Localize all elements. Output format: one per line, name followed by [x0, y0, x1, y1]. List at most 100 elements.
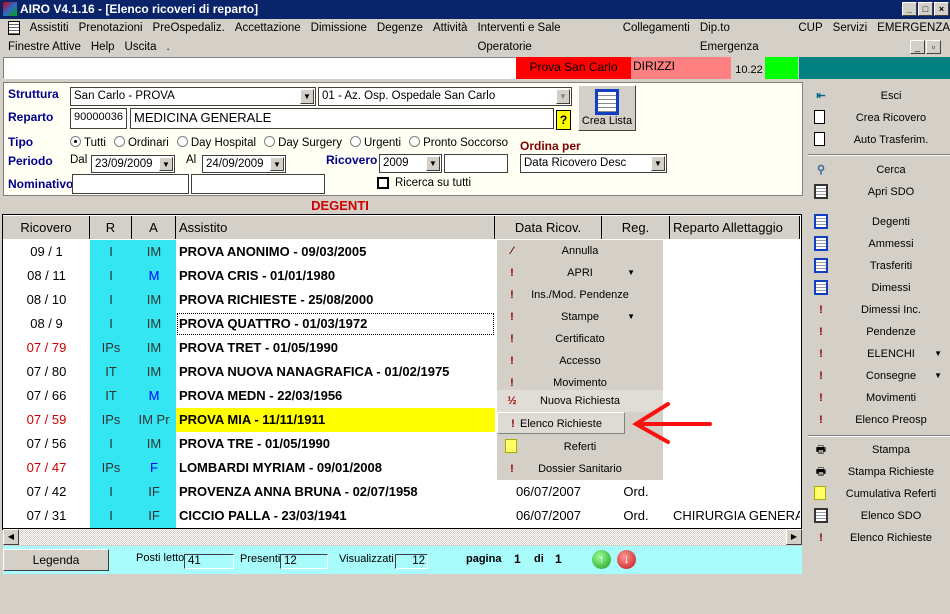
menu-preospedaliz-[interactable]: PreOspedaliz. — [153, 19, 225, 38]
context-menu-item-certificato[interactable]: ! Certificato — [497, 328, 663, 350]
menu-cup[interactable]: CUP — [798, 19, 822, 38]
legenda-button[interactable]: Legenda — [3, 549, 109, 571]
child-minimize-button[interactable]: _ — [910, 40, 925, 54]
maximize-button[interactable]: □ — [918, 2, 933, 16]
panel-button-elenco-preosp[interactable]: ! Elenco Preosp — [808, 409, 950, 431]
panel-button-cumulativa-referti[interactable]: Cumulativa Referti — [808, 483, 950, 505]
menu-degenze[interactable]: Degenze — [377, 19, 423, 38]
column-header[interactable]: Ricovero — [3, 216, 90, 239]
page-up-button[interactable]: ↑ — [592, 550, 611, 569]
table-row[interactable]: 07 / 47 IPs F LOMBARDI MYRIAM - 09/01/2008 — [3, 456, 800, 480]
menu-attivit-[interactable]: Attività — [433, 19, 468, 38]
child-restore-button[interactable]: ▫ — [926, 40, 941, 54]
menu-prenotazioni[interactable]: Prenotazioni — [79, 19, 143, 38]
context-menu-item-stampe[interactable]: ! Stampe ▼ — [497, 306, 663, 328]
menu-uscita[interactable]: Uscita — [125, 38, 157, 56]
ricovero-year-select[interactable]: 2009 ▼ — [379, 154, 442, 173]
column-header[interactable]: Data Ricov. — [495, 216, 602, 239]
ricerca-checkbox[interactable] — [377, 177, 389, 189]
panel-button-elenco-richieste[interactable]: ! Elenco Richieste — [808, 527, 950, 549]
menu-dip-to-emergenza[interactable]: Dip.to Emergenza — [700, 19, 789, 53]
panel-button-elenchi[interactable]: ! ELENCHI ▼ — [808, 343, 950, 365]
menu-interventi-e-sale-operatorie[interactable]: Interventi e Sale Operatorie — [477, 19, 612, 53]
panel-button-dimessi-inc-[interactable]: ! Dimessi Inc. — [808, 299, 950, 321]
context-menu-item-annulla[interactable]: ⁄ Annulla — [497, 240, 663, 262]
panel-button-cerca[interactable]: ⚲ Cerca — [808, 159, 950, 181]
tipo-radio-3[interactable]: Day Surgery — [264, 136, 342, 149]
radio-button[interactable] — [176, 136, 188, 147]
table-row[interactable]: 08 / 10 I IM PROVA RICHIESTE - 25/08/2000 — [3, 288, 800, 312]
panel-button-pendenze[interactable]: ! Pendenze — [808, 321, 950, 343]
close-button[interactable]: × — [934, 2, 949, 16]
panel-button-consegne[interactable]: ! Consegne ▼ — [808, 365, 950, 387]
menu-finestre-attive[interactable]: Finestre Attive — [8, 38, 81, 56]
chevron-down-icon[interactable]: ▼ — [300, 89, 314, 104]
al-date-picker[interactable]: 24/09/2009 ▼ — [202, 155, 286, 173]
reparto-name-field[interactable]: MEDICINA GENERALE — [130, 108, 554, 129]
panel-button-esci[interactable]: ⇤ Esci — [808, 85, 950, 107]
panel-button-elenco-sdo[interactable]: Elenco SDO — [808, 505, 950, 527]
table-row[interactable]: 09 / 1 I IM PROVA ANONIMO - 09/03/2005 — [3, 240, 800, 264]
context-menu-item-dossier-sanitario[interactable]: ! Dossier Sanitario — [497, 458, 663, 480]
radio-button[interactable] — [349, 136, 361, 147]
chevron-down-icon[interactable]: ▼ — [426, 156, 440, 171]
table-row[interactable]: 07 / 31 I IF CICCIO PALLA - 23/03/1941 06/07… — [3, 504, 800, 528]
chevron-down-icon[interactable]: ▼ — [651, 156, 665, 171]
panel-button-stampa[interactable]: 🖶 Stampa — [808, 439, 950, 461]
tipo-radio-0[interactable]: Tutti — [70, 136, 106, 149]
table-row[interactable]: 08 / 11 I M PROVA CRIS - 01/01/1980 — [3, 264, 800, 288]
menu-icon[interactable] — [8, 21, 20, 35]
menu-emergenza[interactable]: EMERGENZA — [877, 19, 950, 38]
chevron-down-icon[interactable]: ▼ — [270, 157, 284, 171]
scroll-left-button[interactable]: ◀ — [3, 529, 19, 545]
nominativo-field-1[interactable] — [72, 174, 189, 194]
panel-button-degenti[interactable]: Degenti — [808, 211, 950, 233]
menu--[interactable]: . — [166, 38, 169, 56]
tipo-radio-4[interactable]: Urgenti — [349, 136, 401, 149]
help-button[interactable]: ? — [556, 110, 571, 130]
context-menu-item-ins-mod-pendenze[interactable]: ! Ins./Mod. Pendenze — [497, 284, 663, 306]
panel-button-stampa-richieste[interactable]: 🖶 Stampa Richieste — [808, 461, 950, 483]
scroll-right-button[interactable]: ▶ — [786, 529, 802, 545]
menu-help[interactable]: Help — [91, 38, 115, 56]
reparto-code-field[interactable]: 90000036 — [70, 108, 127, 129]
menu-servizi[interactable]: Servizi — [833, 19, 868, 38]
radio-button[interactable] — [113, 136, 125, 147]
radio-button[interactable] — [70, 136, 81, 147]
page-down-button[interactable]: ↓ — [617, 550, 636, 569]
column-header[interactable]: A — [132, 216, 176, 239]
panel-button-auto-trasferim-[interactable]: Auto Trasferim. — [808, 129, 950, 151]
panel-button-dimessi[interactable]: Dimessi — [808, 277, 950, 299]
context-menu-item-accesso[interactable]: ! Accesso — [497, 350, 663, 372]
panel-button-apri-sdo[interactable]: Apri SDO — [808, 181, 950, 203]
table-row[interactable]: 07 / 79 IPs IM PROVA TRET - 01/05/1990 — [3, 336, 800, 360]
tipo-radio-5[interactable]: Pronto Soccorso — [409, 136, 508, 149]
struttura-select[interactable]: San Carlo - PROVA ▼ — [70, 87, 316, 106]
tipo-radio-1[interactable]: Ordinari — [113, 136, 169, 149]
panel-button-crea-ricovero[interactable]: Crea Ricovero — [808, 107, 950, 129]
radio-button[interactable] — [409, 136, 421, 147]
chevron-down-icon[interactable]: ▼ — [159, 157, 173, 171]
table-row[interactable]: 07 / 80 IT IM PROVA NUOVA NANAGRAFICA - 01/… — [3, 360, 800, 384]
menu-collegamenti[interactable]: Collegamenti — [623, 19, 690, 38]
chevron-down-icon[interactable]: ▼ — [556, 89, 570, 104]
radio-button[interactable] — [264, 136, 276, 147]
menu-assistiti[interactable]: Assistiti — [30, 19, 69, 38]
ordina-select[interactable]: Data Ricovero Desc ▼ — [520, 154, 667, 173]
column-header[interactable]: Assistito — [176, 216, 495, 239]
panel-button-trasferiti[interactable]: Trasferiti — [808, 255, 950, 277]
column-header[interactable]: Reg. — [602, 216, 670, 239]
context-menu-item-elenco-richieste[interactable]: ! Elenco Richieste — [497, 412, 625, 434]
crea-lista-button[interactable]: Crea Lista — [578, 85, 636, 131]
azienda-select[interactable]: 01 - Az. Osp. Ospedale San Carlo ▼ — [318, 87, 572, 106]
panel-button-movimenti[interactable]: ! Movimenti — [808, 387, 950, 409]
column-header[interactable]: Reparto Allettaggio — [670, 216, 800, 239]
ricovero-number-field[interactable] — [444, 154, 508, 173]
horizontal-scrollbar[interactable]: ◀ ▶ — [3, 528, 802, 545]
column-header[interactable]: R — [90, 216, 132, 239]
menu-accettazione[interactable]: Accettazione — [235, 19, 301, 38]
tipo-radio-2[interactable]: Day Hospital — [176, 136, 256, 149]
minimize-button[interactable]: _ — [902, 2, 917, 16]
nominativo-field-2[interactable] — [191, 174, 325, 194]
panel-button-ammessi[interactable]: Ammessi — [808, 233, 950, 255]
